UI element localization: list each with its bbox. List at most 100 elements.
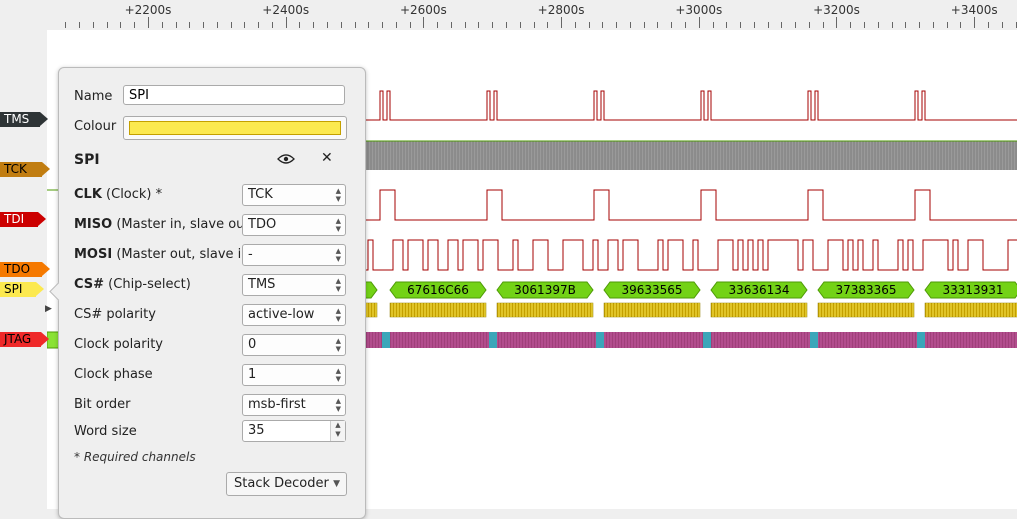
time-ruler[interactable]: +2200s +2400s +2600s +2800s +3000s +3200s +340… <box>0 0 1017 30</box>
channel-name: MISO <box>74 217 113 232</box>
option-text: Clock polarity <box>74 337 163 352</box>
ruler-tick <box>451 22 452 28</box>
ruler-tick <box>65 22 66 28</box>
spi-word-label: 33636134 <box>728 283 789 297</box>
option-label: Clock phase <box>74 367 153 382</box>
ruler-tick <box>905 22 906 28</box>
spin-arrows-icon[interactable]: ▲ ▼ <box>330 421 345 441</box>
ruler-tick <box>382 22 383 28</box>
ruler-tick <box>272 22 273 28</box>
ruler-tick <box>134 22 135 28</box>
option-text: (Clock) * <box>101 187 163 202</box>
ruler-tick <box>547 22 548 28</box>
ruler-label: +2400s <box>262 3 310 17</box>
combo-arrows-icon: ▲ ▼ <box>335 337 341 353</box>
decoder-title: SPI <box>74 152 100 168</box>
option-text: (Master out, slave in) <box>112 247 255 262</box>
ruler-tick <box>423 17 424 28</box>
colour-button[interactable] <box>123 116 347 140</box>
option-select[interactable]: - ▲ ▼ <box>242 244 346 266</box>
name-input[interactable] <box>123 85 345 105</box>
ruler-tick <box>79 22 80 28</box>
word-size-value: 35 <box>248 423 265 438</box>
ruler-label: +3200s <box>813 3 860 17</box>
ruler-tick <box>410 22 411 28</box>
ruler-tick <box>768 22 769 28</box>
ruler-tick <box>850 22 851 28</box>
option-value: msb-first <box>248 397 306 412</box>
channel-label-tdi[interactable]: TDI <box>0 212 46 227</box>
option-label: MISO (Master in, slave out) <box>74 217 255 232</box>
channel-label-tms[interactable]: TMS <box>0 112 48 127</box>
option-value: active-low <box>248 307 315 322</box>
eye-icon[interactable] <box>277 153 295 165</box>
tdo-trace <box>365 239 1017 271</box>
option-value: TMS <box>248 277 276 292</box>
ruler-tick <box>657 22 658 28</box>
ruler-tick <box>258 22 259 28</box>
channel-label-spi[interactable]: SPI <box>0 282 44 297</box>
option-value: 1 <box>248 367 257 382</box>
ruler-tick <box>313 22 314 28</box>
option-value: 0 <box>248 337 257 352</box>
option-label: MOSI (Master out, slave in) <box>74 247 255 262</box>
word-size-spinbox[interactable]: 35 ▲ ▼ <box>242 420 346 442</box>
ruler-tick <box>823 22 824 28</box>
channel-label-tdo[interactable]: TDO <box>0 262 50 277</box>
ruler-tick <box>974 17 975 28</box>
channel-label-tck[interactable]: TCK <box>0 162 50 177</box>
option-select[interactable]: TCK ▲ ▼ <box>242 184 346 206</box>
option-label: Clock polarity <box>74 337 163 352</box>
ruler-label: +3400s <box>950 3 998 17</box>
option-text: (Chip-select) <box>104 277 191 292</box>
option-select[interactable]: TDO ▲ ▼ <box>242 214 346 236</box>
jtag-state-marker <box>596 332 604 348</box>
tdi-trace <box>365 189 1017 221</box>
ruler-tick <box>836 17 837 28</box>
option-select[interactable]: 0 ▲ ▼ <box>242 334 346 356</box>
jtag-state-marker <box>382 332 390 348</box>
option-select[interactable]: active-low ▲ ▼ <box>242 304 346 326</box>
tck-trace <box>365 141 1017 170</box>
ruler-tick <box>465 22 466 28</box>
option-text: (Master in, slave out) <box>112 217 255 232</box>
ruler-tick <box>286 17 287 28</box>
ruler-label: +3000s <box>675 3 723 17</box>
ruler-tick <box>919 22 920 28</box>
ruler-tick <box>148 17 149 28</box>
channel-label-jtag[interactable]: JTAG <box>0 332 49 347</box>
expand-arrow-icon[interactable]: ▶ <box>45 304 52 314</box>
ruler-tick <box>520 22 521 28</box>
ruler-tick <box>396 22 397 28</box>
ruler-tick <box>506 22 507 28</box>
ruler-tick <box>616 22 617 28</box>
spi-word-label: 33313931 <box>942 283 1003 297</box>
ruler-tick <box>355 22 356 28</box>
dropdown-arrow-icon: ▼ <box>333 479 340 489</box>
ruler-tick <box>630 22 631 28</box>
ruler-tick <box>933 22 934 28</box>
colour-swatch <box>129 121 341 135</box>
ruler-tick <box>561 17 562 28</box>
option-text: Clock phase <box>74 367 153 382</box>
option-text: CS# polarity <box>74 307 156 322</box>
ruler-tick <box>878 22 879 28</box>
ruler-tick <box>534 22 535 28</box>
ruler-tick <box>93 22 94 28</box>
ruler-tick <box>644 22 645 28</box>
close-icon[interactable]: ✕ <box>321 150 333 166</box>
ruler-tick <box>120 22 121 28</box>
ruler-tick <box>231 22 232 28</box>
stack-decoder-button[interactable]: Stack Decoder ▼ <box>226 472 347 496</box>
spi-word-box-partial <box>364 281 378 299</box>
option-select[interactable]: TMS ▲ ▼ <box>242 274 346 296</box>
combo-arrows-icon: ▲ ▼ <box>335 217 341 233</box>
option-select[interactable]: 1 ▲ ▼ <box>242 364 346 386</box>
ruler-tick <box>299 22 300 28</box>
channel-name: CS# <box>74 277 105 292</box>
ruler-tick <box>203 22 204 28</box>
option-value: - <box>248 247 253 262</box>
option-label: CLK (Clock) * <box>74 187 162 202</box>
ruler-label: +2600s <box>399 3 447 17</box>
option-select[interactable]: msb-first ▲ ▼ <box>242 394 346 416</box>
